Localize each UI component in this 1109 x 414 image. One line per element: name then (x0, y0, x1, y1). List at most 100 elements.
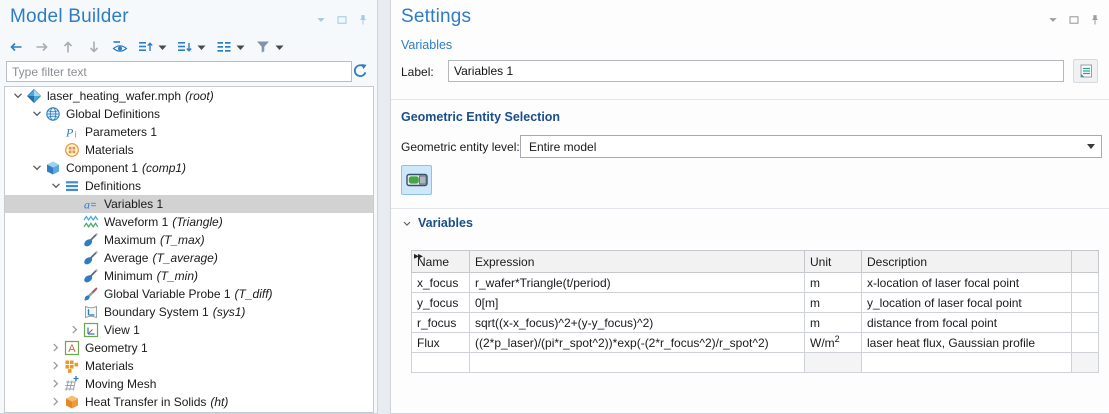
label-input[interactable] (448, 60, 1064, 82)
tree-item-tag: (T_max) (160, 233, 205, 247)
active-selection-toggle-button[interactable] (401, 165, 432, 195)
tree-item-label: Maximum (104, 233, 156, 247)
variables-a-icon: a= (83, 196, 99, 212)
tree-item-laser-heating-wafer-mph[interactable]: laser_heating_wafer.mph(root) (5, 87, 373, 105)
cell-description[interactable]: distance from focal point (862, 313, 1072, 333)
chevron-right-icon[interactable] (49, 377, 64, 391)
float-window-icon[interactable] (336, 14, 348, 26)
tree-item-component-1[interactable]: Component 1(comp1) (5, 159, 373, 177)
chevron-down-icon[interactable] (1047, 14, 1059, 26)
chevron-down-icon[interactable] (30, 161, 45, 175)
probe-needle-icon (83, 286, 99, 302)
variables-section-header[interactable]: Variables (401, 216, 473, 230)
cell-unit[interactable]: W/m2 (805, 333, 862, 353)
tree-item-parameters-1[interactable]: PiParameters 1 (5, 123, 373, 141)
geometry-a-icon: A (64, 340, 80, 356)
cell-description[interactable] (862, 353, 1072, 373)
cell-filler (1072, 313, 1099, 333)
chevron-spacer (68, 251, 83, 265)
arrow-down-button[interactable] (86, 39, 102, 55)
show-eye-button[interactable] (112, 39, 128, 55)
tree-item-global-variable-probe-1[interactable]: Global Variable Probe 1(T_diff) (5, 285, 373, 303)
model-builder-toolbar (8, 36, 294, 58)
tree-filter-input[interactable] (6, 61, 352, 82)
arrow-right-button[interactable] (34, 39, 50, 55)
cell-name[interactable]: x_focus (412, 273, 470, 293)
tree-item-minimum[interactable]: Minimum(T_min) (5, 267, 373, 285)
variables-table: Name▶▶ExpressionUnitDescription x_focusr… (411, 250, 1099, 373)
probe-icon (83, 232, 99, 248)
chevron-right-icon[interactable] (68, 323, 83, 337)
cell-unit[interactable]: m (805, 313, 862, 333)
cell-filler (1072, 273, 1099, 293)
tree-item-label: Moving Mesh (85, 377, 156, 391)
cell-unit[interactable]: m (805, 293, 862, 313)
chevron-right-icon[interactable] (49, 341, 64, 355)
chevron-right-icon[interactable] (49, 395, 64, 409)
chevron-down-icon[interactable] (49, 179, 64, 193)
waveform-zigzag-icon (83, 214, 99, 230)
cell-expression[interactable]: 0[m] (470, 293, 805, 313)
cell-expression[interactable]: ((2*p_laser)/(pi*r_spot^2))*exp(-(2*r_fo… (470, 333, 805, 353)
tree-item-variables-1[interactable]: a=Variables 1 (5, 195, 373, 213)
cell-unit[interactable]: m (805, 273, 862, 293)
tree-item-materials[interactable]: Materials (5, 357, 373, 375)
tree-item-geometry-1[interactable]: AGeometry 1 (5, 339, 373, 357)
arrow-left-button[interactable] (8, 39, 24, 55)
cell-name[interactable]: y_focus (412, 293, 470, 313)
tree-item-materials[interactable]: Materials (5, 141, 373, 159)
collapse-list-button[interactable] (177, 39, 206, 55)
pin-icon[interactable] (1089, 14, 1101, 26)
geometric-entity-level-value: Entire model (529, 140, 596, 154)
cell-description[interactable]: x-location of laser focal point (862, 273, 1072, 293)
probe-icon (83, 250, 99, 266)
dropdown-caret-icon[interactable] (197, 44, 206, 51)
pin-icon[interactable] (357, 14, 369, 26)
rename-document-icon[interactable] (1073, 59, 1098, 83)
tree-item-definitions[interactable]: Definitions (5, 177, 373, 195)
float-window-icon[interactable] (1068, 14, 1080, 26)
filter-funnel-button[interactable] (255, 39, 284, 55)
cell-expression[interactable]: r_wafer*Triangle(t/period) (470, 273, 805, 293)
table-empty-row (412, 353, 1099, 373)
tree-item-waveform-1[interactable]: Waveform 1(Triangle) (5, 213, 373, 231)
tree-item-view-1[interactable]: View 1 (5, 321, 373, 339)
tree-item-tag: (ht) (210, 395, 228, 409)
dropdown-caret-icon[interactable] (275, 44, 284, 51)
chevron-down-icon[interactable] (30, 107, 45, 121)
column-move-icon: ▶▶ (414, 252, 422, 260)
table-row: y_focus0[m]my_location of laser focal po… (412, 293, 1099, 313)
cell-expression[interactable] (470, 353, 805, 373)
model-tree-nodes-button[interactable] (216, 39, 245, 55)
arrow-down-icon (86, 39, 102, 55)
chevron-spacer (68, 215, 83, 229)
tree-item-maximum[interactable]: Maximum (T_max) (5, 231, 373, 249)
cell-name[interactable]: r_focus (412, 313, 470, 333)
svg-text:P: P (65, 126, 74, 140)
chevron-down-icon[interactable] (315, 14, 327, 26)
tree-item-moving-mesh[interactable]: Moving Mesh (5, 375, 373, 393)
arrow-up-button[interactable] (60, 39, 76, 55)
chevron-down-icon[interactable] (11, 89, 26, 103)
dropdown-caret-icon[interactable] (158, 44, 167, 51)
chevron-right-icon[interactable] (49, 359, 64, 373)
tree-item-boundary-system-1[interactable]: Boundary System 1(sys1) (5, 303, 373, 321)
cell-name[interactable]: Flux (412, 333, 470, 353)
expand-list-button[interactable] (138, 39, 167, 55)
view-axes-icon (83, 322, 99, 338)
cell-description[interactable]: y_location of laser focal point (862, 293, 1072, 313)
tree-item-average[interactable]: Average(T_average) (5, 249, 373, 267)
dropdown-caret-icon[interactable] (236, 44, 245, 51)
tree-item-label: laser_heating_wafer.mph (47, 89, 181, 103)
cell-expression[interactable]: sqrt((x-x_focus)^2+(y-y_focus)^2) (470, 313, 805, 333)
component-cube-icon (45, 160, 61, 176)
tree-item-tag: (Triangle) (172, 215, 222, 229)
refresh-icon[interactable] (350, 61, 370, 81)
cell-unit[interactable] (805, 353, 862, 373)
model-builder-panel: Model Builder laser_heating_wafer.mph(ro… (0, 0, 378, 414)
tree-item-global-definitions[interactable]: Global Definitions (5, 105, 373, 123)
cell-description[interactable]: laser heat flux, Gaussian profile (862, 333, 1072, 353)
tree-item-heat-transfer-in-solids[interactable]: Heat Transfer in Solids(ht) (5, 393, 373, 411)
cell-name[interactable] (412, 353, 470, 373)
geometric-entity-level-dropdown[interactable]: Entire model (520, 135, 1102, 158)
